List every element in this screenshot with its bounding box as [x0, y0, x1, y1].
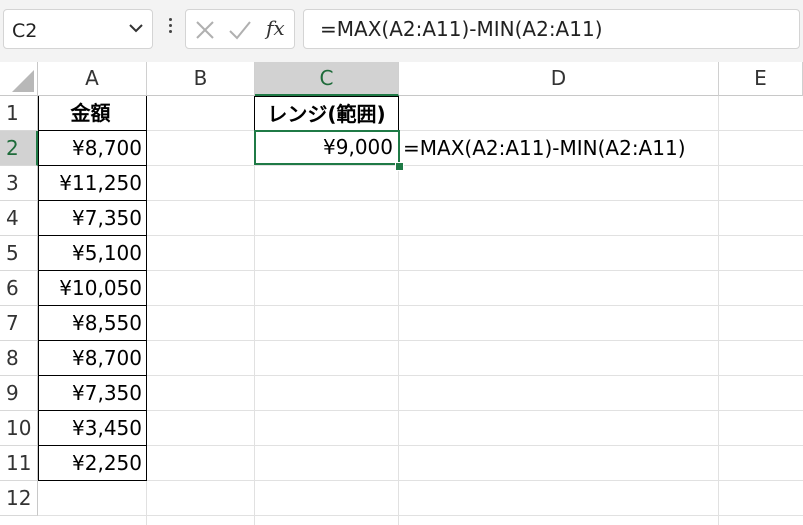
- name-box-value: C2: [12, 20, 38, 42]
- cell-c2-active[interactable]: ¥9,000: [254, 130, 400, 165]
- row-header-11[interactable]: 11: [0, 446, 38, 481]
- row-header-9[interactable]: 9: [0, 376, 38, 411]
- name-box[interactable]: C2: [3, 9, 153, 49]
- cell-a4[interactable]: ¥7,350: [38, 201, 147, 236]
- cell-c1[interactable]: レンジ(範囲): [254, 96, 399, 131]
- insert-function-icon[interactable]: fx: [266, 16, 285, 40]
- row-header-8[interactable]: 8: [0, 341, 38, 376]
- cell-d2[interactable]: =MAX(A2:A11)-MIN(A2:A11): [401, 131, 721, 166]
- cell-a8[interactable]: ¥8,700: [38, 341, 147, 376]
- cell-a3[interactable]: ¥11,250: [38, 166, 147, 201]
- cell-a7[interactable]: ¥8,550: [38, 306, 147, 341]
- row-header-3[interactable]: 3: [0, 166, 38, 201]
- row-header-6[interactable]: 6: [0, 271, 38, 306]
- formula-text: =MAX(A2:A11)-MIN(A2:A11): [320, 17, 603, 41]
- worksheet: A B C D E 1 2 3 4 5 6 7 8 9 10 11 12 金額 …: [0, 62, 803, 525]
- select-all-corner[interactable]: [0, 62, 38, 96]
- enter-check-icon[interactable]: [228, 19, 252, 41]
- column-header-e[interactable]: E: [719, 62, 803, 96]
- cell-a6[interactable]: ¥10,050: [38, 271, 147, 306]
- column-header-b[interactable]: B: [147, 62, 255, 96]
- cell-a11[interactable]: ¥2,250: [38, 446, 147, 481]
- column-header-d[interactable]: D: [399, 62, 719, 96]
- chevron-down-icon[interactable]: [128, 22, 144, 34]
- cell-a1[interactable]: 金額: [38, 96, 147, 131]
- cell-a2[interactable]: ¥8,700: [38, 131, 147, 166]
- row-header-1[interactable]: 1: [0, 96, 38, 131]
- formula-buttons: fx: [185, 9, 295, 49]
- cell-a9[interactable]: ¥7,350: [38, 376, 147, 411]
- row-header-4[interactable]: 4: [0, 201, 38, 236]
- cell-a10[interactable]: ¥3,450: [38, 411, 147, 446]
- formula-input[interactable]: =MAX(A2:A11)-MIN(A2:A11): [303, 9, 800, 49]
- row-header-7[interactable]: 7: [0, 306, 38, 341]
- row-header-5[interactable]: 5: [0, 236, 38, 271]
- column-header-a[interactable]: A: [38, 62, 147, 96]
- row-header-2[interactable]: 2: [0, 131, 38, 166]
- row-header-10[interactable]: 10: [0, 411, 38, 446]
- more-options-icon[interactable]: [162, 15, 178, 45]
- cancel-icon[interactable]: [194, 19, 216, 41]
- column-header-c[interactable]: C: [255, 62, 399, 96]
- row-header-12[interactable]: 12: [0, 481, 38, 516]
- formula-bar: C2 fx =MAX(A2:A11)-MIN(A2:A11): [0, 0, 803, 62]
- cell-a5[interactable]: ¥5,100: [38, 236, 147, 271]
